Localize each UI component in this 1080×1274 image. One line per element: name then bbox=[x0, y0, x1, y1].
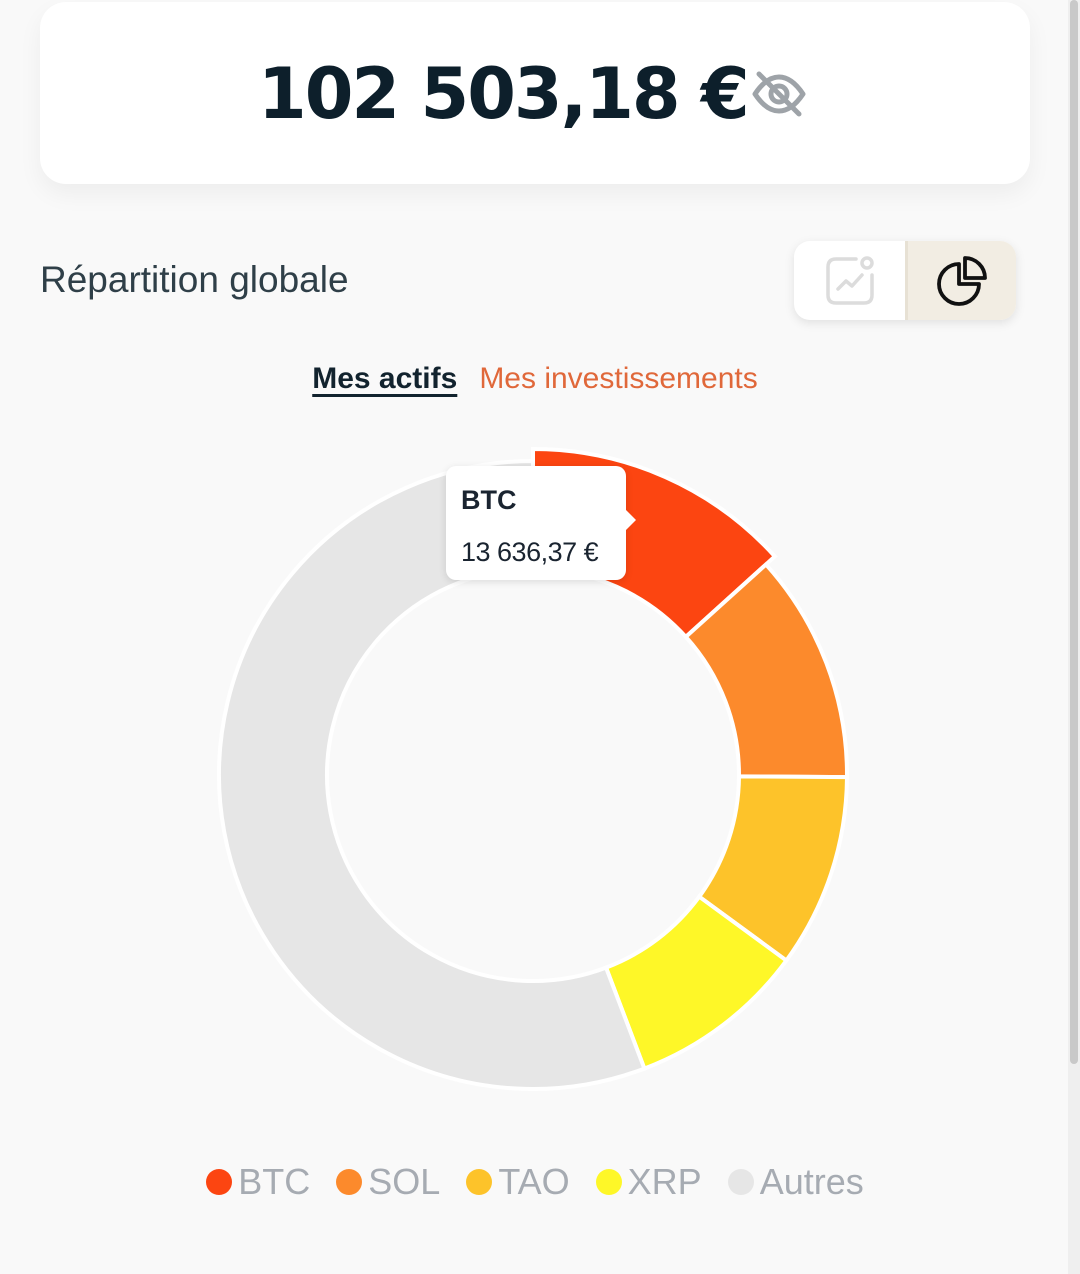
allocation-donut-chart bbox=[217, 446, 850, 1091]
legend-item-xrp[interactable]: XRP bbox=[595, 1158, 702, 1206]
legend-item-sol[interactable]: SOL bbox=[336, 1158, 440, 1206]
legend-dot bbox=[336, 1169, 363, 1195]
chart-legend: BTC SOL TAO XRP Autres bbox=[0, 1158, 1070, 1206]
legend-dot bbox=[595, 1169, 622, 1195]
legend-dot bbox=[206, 1169, 233, 1195]
legend-item-btc[interactable]: BTC bbox=[206, 1158, 310, 1206]
legend-label: TAO bbox=[498, 1161, 570, 1202]
legend-dot bbox=[466, 1169, 493, 1195]
legend-label: SOL bbox=[368, 1161, 441, 1202]
legend-dot bbox=[727, 1169, 754, 1195]
scrollbar-thumb[interactable] bbox=[1070, 0, 1078, 1064]
tooltip-asset-value: 13 636,37 € bbox=[461, 537, 599, 567]
chart-tooltip: BTC 13 636,37 € bbox=[446, 466, 636, 580]
legend-item-autres[interactable]: Autres bbox=[727, 1158, 864, 1206]
legend-label: BTC bbox=[238, 1161, 311, 1202]
legend-label: XRP bbox=[627, 1161, 702, 1202]
legend-label: Autres bbox=[759, 1161, 864, 1202]
tooltip-asset-label: BTC bbox=[461, 485, 517, 515]
legend-item-tao[interactable]: TAO bbox=[466, 1158, 570, 1206]
